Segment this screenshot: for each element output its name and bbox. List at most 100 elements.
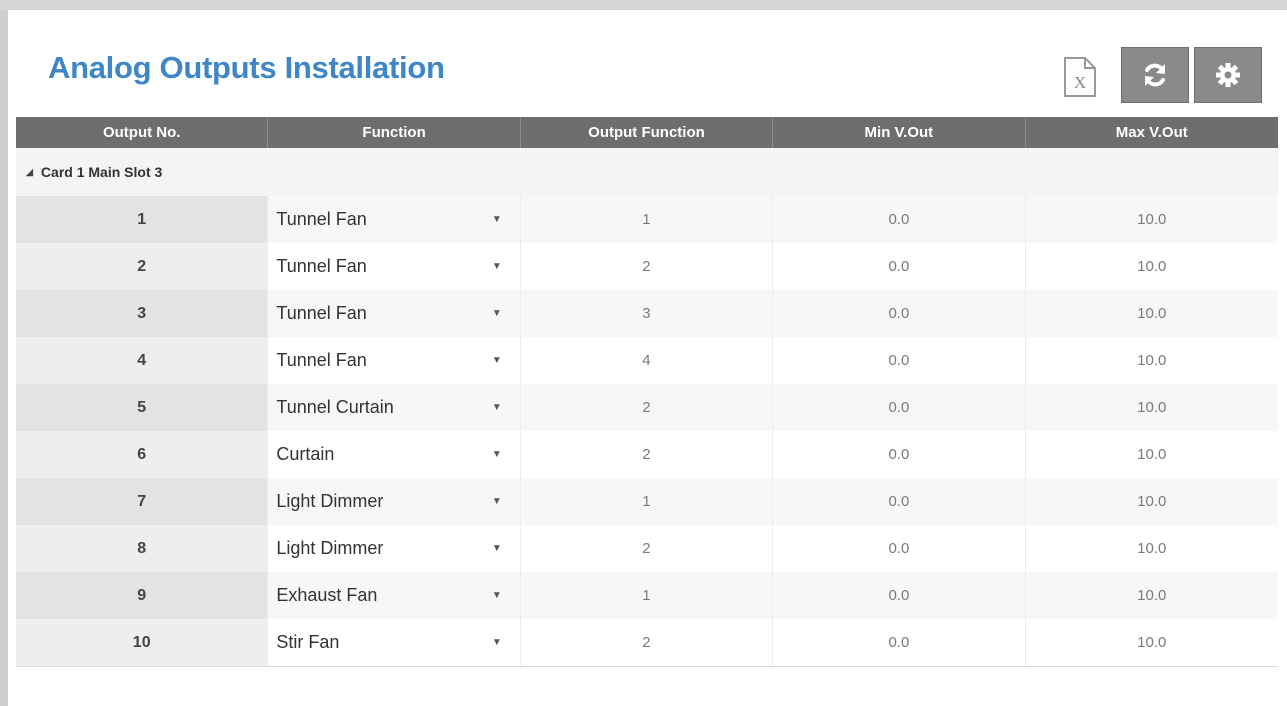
table-row: 1 Tunnel Fan ▼ 1 0.0 10.0 xyxy=(16,196,1278,243)
min-vout-cell[interactable]: 0.0 xyxy=(773,196,1026,243)
refresh-icon xyxy=(1145,63,1165,87)
max-vout-cell[interactable]: 10.0 xyxy=(1026,243,1278,290)
group-label: Card 1 Main Slot 3 xyxy=(40,164,163,180)
page-header: Analog Outputs Installation X xyxy=(8,10,1287,117)
function-select[interactable]: Tunnel Fan ▼ xyxy=(268,243,521,290)
column-header-function[interactable]: Function xyxy=(268,117,521,148)
function-select-value: Light Dimmer xyxy=(276,538,384,558)
function-select-value: Tunnel Curtain xyxy=(276,397,394,417)
max-vout-cell[interactable]: 10.0 xyxy=(1026,478,1278,525)
function-select-value: Curtain xyxy=(276,444,335,464)
analog-outputs-table: Output No. Function Output Function Min … xyxy=(16,117,1278,667)
function-select[interactable]: Tunnel Fan ▼ xyxy=(268,196,521,243)
function-select-value: Stir Fan xyxy=(276,632,340,652)
table-row: 5 Tunnel Curtain ▼ 2 0.0 10.0 xyxy=(16,384,1278,431)
settings-button[interactable] xyxy=(1194,47,1262,103)
column-header-min-vout[interactable]: Min V.Out xyxy=(773,117,1026,148)
output-number-cell: 5 xyxy=(16,384,269,431)
max-vout-cell[interactable]: 10.0 xyxy=(1026,525,1278,572)
table-row: 10 Stir Fan ▼ 2 0.0 10.0 xyxy=(16,619,1278,666)
table-row: 2 Tunnel Fan ▼ 2 0.0 10.0 xyxy=(16,243,1278,290)
dropdown-caret-icon[interactable]: ▼ xyxy=(492,261,502,272)
main-panel: Analog Outputs Installation X Output No.… xyxy=(8,10,1287,706)
function-select[interactable]: Light Dimmer ▼ xyxy=(268,478,521,525)
table-header: Output No. Function Output Function Min … xyxy=(16,117,1278,148)
table-row: 3 Tunnel Fan ▼ 3 0.0 10.0 xyxy=(16,290,1278,337)
table-row: 6 Curtain ▼ 2 0.0 10.0 xyxy=(16,431,1278,478)
function-select[interactable]: Tunnel Fan ▼ xyxy=(268,337,521,384)
min-vout-cell[interactable]: 0.0 xyxy=(773,478,1026,525)
dropdown-caret-icon[interactable]: ▼ xyxy=(492,214,502,225)
function-select-value: Tunnel Fan xyxy=(276,350,367,370)
dropdown-caret-icon[interactable]: ▼ xyxy=(492,543,502,554)
max-vout-cell[interactable]: 10.0 xyxy=(1026,619,1278,666)
dropdown-caret-icon[interactable]: ▼ xyxy=(492,637,502,648)
min-vout-cell[interactable]: 0.0 xyxy=(773,572,1026,619)
table-row: 9 Exhaust Fan ▼ 1 0.0 10.0 xyxy=(16,572,1278,619)
max-vout-cell[interactable]: 10.0 xyxy=(1026,196,1278,243)
output-number-cell: 4 xyxy=(16,337,269,384)
dropdown-caret-icon[interactable]: ▼ xyxy=(492,402,502,413)
output-number-cell: 1 xyxy=(16,196,269,243)
function-select-value: Light Dimmer xyxy=(276,491,384,511)
output-number-cell: 9 xyxy=(16,572,269,619)
output-function-cell[interactable]: 4 xyxy=(521,337,774,384)
function-select-value: Tunnel Fan xyxy=(276,209,367,229)
min-vout-cell[interactable]: 0.0 xyxy=(773,243,1026,290)
function-select-value: Exhaust Fan xyxy=(276,585,378,605)
dropdown-caret-icon[interactable]: ▼ xyxy=(492,355,502,366)
excel-export-button[interactable]: X xyxy=(1063,56,1097,98)
refresh-button[interactable] xyxy=(1121,47,1189,103)
output-number-cell: 7 xyxy=(16,478,269,525)
min-vout-cell[interactable]: 0.0 xyxy=(773,384,1026,431)
min-vout-cell[interactable]: 0.0 xyxy=(773,619,1026,666)
dropdown-caret-icon[interactable]: ▼ xyxy=(492,496,502,507)
output-number-cell: 2 xyxy=(16,243,269,290)
output-number-cell: 3 xyxy=(16,290,269,337)
collapse-triangle-icon[interactable]: ◢ xyxy=(26,167,33,178)
output-function-cell[interactable]: 2 xyxy=(521,525,774,572)
group-row-card1-slot3[interactable]: ◢ Card 1 Main Slot 3 xyxy=(16,148,1278,196)
table-row: 8 Light Dimmer ▼ 2 0.0 10.0 xyxy=(16,525,1278,572)
excel-export-icon: X xyxy=(1064,57,1096,97)
column-header-output-no[interactable]: Output No. xyxy=(16,117,269,148)
max-vout-cell[interactable]: 10.0 xyxy=(1026,384,1278,431)
output-function-cell[interactable]: 3 xyxy=(521,290,774,337)
function-select[interactable]: Exhaust Fan ▼ xyxy=(268,572,521,619)
output-number-cell: 8 xyxy=(16,525,269,572)
column-header-output-function[interactable]: Output Function xyxy=(521,117,774,148)
function-select[interactable]: Curtain ▼ xyxy=(268,431,521,478)
table-body: 1 Tunnel Fan ▼ 1 0.0 10.0 2 Tunnel Fan ▼ 2 0.0 10.0… xyxy=(16,196,1278,666)
function-select[interactable]: Tunnel Fan ▼ xyxy=(268,290,521,337)
function-select[interactable]: Tunnel Curtain ▼ xyxy=(268,384,521,431)
max-vout-cell[interactable]: 10.0 xyxy=(1026,431,1278,478)
output-function-cell[interactable]: 1 xyxy=(521,478,774,525)
output-function-cell[interactable]: 2 xyxy=(521,384,774,431)
dropdown-caret-icon[interactable]: ▼ xyxy=(492,590,502,601)
function-select[interactable]: Light Dimmer ▼ xyxy=(268,525,521,572)
output-function-cell[interactable]: 2 xyxy=(521,431,774,478)
output-number-cell: 10 xyxy=(16,619,269,666)
table-row: 7 Light Dimmer ▼ 1 0.0 10.0 xyxy=(16,478,1278,525)
max-vout-cell[interactable]: 10.0 xyxy=(1026,572,1278,619)
function-select-value: Tunnel Fan xyxy=(276,303,367,323)
column-header-max-vout[interactable]: Max V.Out xyxy=(1026,117,1278,148)
page-title: Analog Outputs Installation xyxy=(48,50,445,85)
function-select-value: Tunnel Fan xyxy=(276,256,367,276)
max-vout-cell[interactable]: 10.0 xyxy=(1026,290,1278,337)
output-function-cell[interactable]: 1 xyxy=(521,572,774,619)
output-function-cell[interactable]: 2 xyxy=(521,619,774,666)
min-vout-cell[interactable]: 0.0 xyxy=(773,337,1026,384)
function-select[interactable]: Stir Fan ▼ xyxy=(268,619,521,666)
dropdown-caret-icon[interactable]: ▼ xyxy=(492,449,502,460)
gear-icon xyxy=(1216,63,1240,87)
min-vout-cell[interactable]: 0.0 xyxy=(773,431,1026,478)
svg-text:X: X xyxy=(1074,73,1086,92)
max-vout-cell[interactable]: 10.0 xyxy=(1026,337,1278,384)
min-vout-cell[interactable]: 0.0 xyxy=(773,290,1026,337)
output-function-cell[interactable]: 1 xyxy=(521,196,774,243)
dropdown-caret-icon[interactable]: ▼ xyxy=(492,308,502,319)
output-number-cell: 6 xyxy=(16,431,269,478)
min-vout-cell[interactable]: 0.0 xyxy=(773,525,1026,572)
output-function-cell[interactable]: 2 xyxy=(521,243,774,290)
